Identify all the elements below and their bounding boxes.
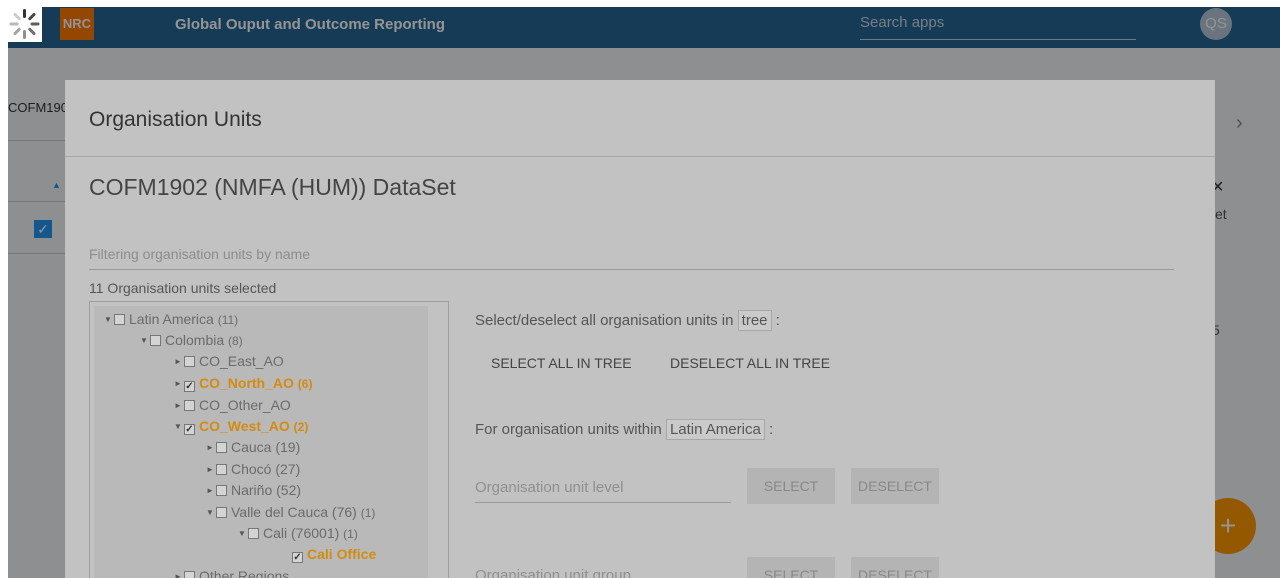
tree-node-label[interactable]: Valle del Cauca (76): [231, 504, 357, 520]
tree-node-checkbox[interactable]: [150, 335, 161, 346]
tree-node[interactable]: ▼ Cali (76001) (1): [238, 525, 358, 541]
tree-node[interactable]: ► CO_Other_AO: [174, 397, 291, 413]
window-edge-top: [0, 0, 1280, 7]
loading-spinner-icon: [6, 6, 42, 42]
tree-node[interactable]: ► Cauca (19): [206, 439, 300, 455]
tree-node-checkbox[interactable]: [216, 485, 227, 496]
tree-node-label[interactable]: CO_North_AO: [199, 375, 294, 391]
tree-node-count: (1): [343, 527, 358, 541]
tree-node[interactable]: ► Other Regions: [174, 568, 289, 578]
within-text: For organisation units within: [475, 421, 662, 438]
collapsed-arrow-icon[interactable]: ►: [174, 572, 184, 578]
collapsed-arrow-icon[interactable]: ►: [206, 443, 216, 452]
selection-controls: Select/deselect all organisation units i…: [475, 80, 1195, 578]
tree-node-checkbox[interactable]: [216, 442, 227, 453]
deselect-all-in-tree-button[interactable]: DESELECT ALL IN TREE: [670, 355, 830, 371]
tree-node-label[interactable]: Cali (76001): [263, 525, 339, 541]
tree-node-checkbox[interactable]: [184, 356, 195, 367]
tree-node-checkbox[interactable]: [216, 464, 227, 475]
tree-node[interactable]: ► Nariño (52): [206, 482, 301, 498]
tree-node[interactable]: ▼ Colombia (8): [140, 332, 243, 348]
collapsed-arrow-icon[interactable]: ►: [174, 357, 184, 366]
collapsed-arrow-icon[interactable]: ►: [174, 401, 184, 410]
tree-node-label[interactable]: CO_Other_AO: [199, 397, 291, 413]
select-group-button[interactable]: SELECT: [747, 557, 835, 578]
tree-node-label[interactable]: Chocó (27): [231, 461, 300, 477]
page: NRC Global Ouput and Outcome Reporting S…: [0, 0, 1280, 578]
expanded-arrow-icon[interactable]: ▼: [140, 336, 150, 345]
tree-node[interactable]: ► ✓ CO_North_AO (6): [174, 375, 312, 392]
colon: :: [769, 421, 774, 438]
tree-node-count: (6): [297, 377, 313, 391]
tree-node-label[interactable]: Cauca (19): [231, 439, 300, 455]
tree-node-checkbox[interactable]: ✓: [184, 424, 195, 435]
org-unit-group-select[interactable]: Organisation unit group: [475, 567, 731, 578]
tree-node-label[interactable]: Cali Office: [307, 546, 376, 562]
tree-node[interactable]: ▼ ✓ CO_West_AO (2): [174, 418, 308, 435]
select-all-text: Select/deselect all organisation units i…: [475, 312, 734, 329]
dialog-title: Organisation Units: [89, 108, 262, 131]
tree-node-checkbox[interactable]: [248, 528, 259, 539]
tree-node-checkbox[interactable]: [114, 314, 125, 325]
expanded-arrow-icon[interactable]: ▼: [174, 422, 184, 431]
tree-node-label[interactable]: Latin America: [129, 311, 214, 327]
tree-node-checkbox[interactable]: ✓: [184, 381, 195, 392]
deselect-group-button[interactable]: DESELECT: [851, 557, 939, 578]
expanded-arrow-icon[interactable]: ▼: [238, 529, 248, 538]
tree-node-count: (11): [217, 313, 239, 327]
selected-count: 11 Organisation units selected: [89, 280, 277, 296]
collapsed-arrow-icon[interactable]: ►: [206, 486, 216, 495]
window-edge-left: [0, 0, 8, 578]
expanded-arrow-icon[interactable]: ▼: [206, 508, 216, 517]
tree-node-count: (8): [228, 334, 243, 348]
root-unit-chip: Latin America: [665, 419, 765, 440]
tree-node-label[interactable]: Nariño (52): [231, 482, 301, 498]
tree-node-label[interactable]: Other Regions: [199, 568, 289, 578]
tree-node-count: (2): [293, 420, 309, 434]
tree-node-checkbox[interactable]: [184, 400, 195, 411]
tree-chip: tree: [737, 310, 772, 331]
tree-node-checkbox[interactable]: [216, 507, 227, 518]
tree-node[interactable]: ▼ Latin America (11): [104, 311, 238, 327]
select-all-in-tree-button[interactable]: SELECT ALL IN TREE: [491, 355, 632, 371]
collapsed-arrow-icon[interactable]: ►: [174, 379, 184, 388]
dataset-name: COFM1902 (NMFA (HUM)) DataSet: [89, 174, 456, 200]
org-unit-tree-list: ▼ Latin America (11) ▼ Colombia (8) ► CO_East…: [94, 306, 428, 578]
tree-node-label[interactable]: Colombia: [165, 332, 224, 348]
org-unit-level-select[interactable]: Organisation unit level: [475, 479, 731, 503]
tree-node[interactable]: ▼ Valle del Cauca (76) (1): [206, 504, 375, 520]
within-label: For organisation units within Latin Amer…: [475, 419, 773, 440]
tree-node[interactable]: ► Chocó (27): [206, 461, 300, 477]
collapsed-arrow-icon[interactable]: ►: [206, 465, 216, 474]
tree-node[interactable]: ► CO_East_AO: [174, 353, 284, 369]
tree-node-label[interactable]: CO_East_AO: [199, 353, 284, 369]
select-all-label: Select/deselect all organisation units i…: [475, 310, 780, 331]
colon: :: [775, 312, 780, 329]
tree-node-checkbox[interactable]: ✓: [292, 552, 303, 563]
tree-node-label[interactable]: CO_West_AO: [199, 418, 290, 434]
tree-node[interactable]: ✓ Cali Office: [292, 546, 376, 563]
org-units-dialog: Organisation Units COFM1902 (NMFA (HUM))…: [65, 80, 1215, 578]
tree-node-checkbox[interactable]: [184, 571, 195, 578]
expanded-arrow-icon[interactable]: ▼: [104, 315, 114, 324]
org-unit-tree: ▼ Latin America (11) ▼ Colombia (8) ► CO_East…: [89, 301, 449, 578]
select-level-button[interactable]: SELECT: [747, 468, 835, 504]
deselect-level-button[interactable]: DESELECT: [851, 468, 939, 504]
tree-node-count: (1): [360, 506, 376, 520]
